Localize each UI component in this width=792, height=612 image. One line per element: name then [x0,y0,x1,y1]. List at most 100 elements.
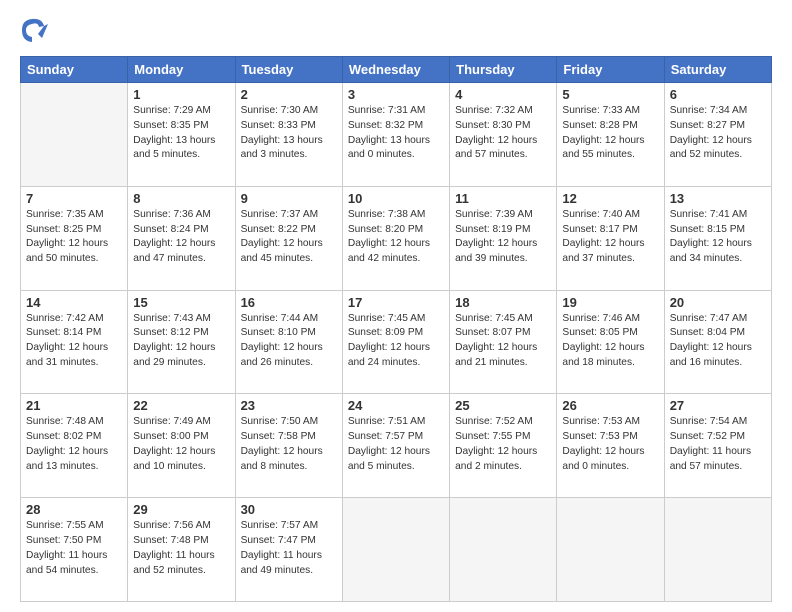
day-info: Sunrise: 7:55 AMSunset: 7:50 PMDaylight:… [26,519,122,578]
day-info: Sunrise: 7:30 AMSunset: 8:33 PMDaylight:… [241,104,337,163]
calendar-cell: 4 Sunrise: 7:32 AMSunset: 8:30 PMDaylight… [450,83,557,187]
day-number: 9 [241,191,337,206]
weekday-header-monday: Monday [128,57,235,83]
calendar-cell: 12Sunrise: 7:40 AMSunset: 8:17 PMDayligh… [557,186,664,290]
calendar-cell [664,498,771,602]
day-info: Sunrise: 7:48 AMSunset: 8:02 PMDaylight:… [26,415,122,474]
day-number: 30 [241,502,337,517]
weekday-header-row: SundayMondayTuesdayWednesdayThursdayFrid… [21,57,772,83]
day-number: 4 [455,87,551,102]
calendar-cell: 6 Sunrise: 7:34 AMSunset: 8:27 PMDaylight… [664,83,771,187]
day-info: Sunrise: 7:40 AMSunset: 8:17 PMDaylight:… [562,208,658,267]
day-number: 13 [670,191,766,206]
day-info: Sunrise: 7:36 AMSunset: 8:24 PMDaylight:… [133,208,229,267]
calendar-cell: 8 Sunrise: 7:36 AMSunset: 8:24 PMDaylight… [128,186,235,290]
weekday-header-wednesday: Wednesday [342,57,449,83]
calendar-cell: 14 Sunrise: 7:42 AMSunset: 8:14 PMDayligh… [21,290,128,394]
day-info: Sunrise: 7:45 AMSunset: 8:09 PMDaylight:… [348,312,444,371]
calendar-week-4: 28Sunrise: 7:55 AMSunset: 7:50 PMDayligh… [21,498,772,602]
calendar-week-0: 1 Sunrise: 7:29 AMSunset: 8:35 PMDaylight… [21,83,772,187]
calendar-cell: 15 Sunrise: 7:43 AMSunset: 8:12 PMDayligh… [128,290,235,394]
day-number: 19 [562,295,658,310]
day-number: 29 [133,502,229,517]
day-number: 18 [455,295,551,310]
day-number: 26 [562,398,658,413]
calendar-cell: 9 Sunrise: 7:37 AMSunset: 8:22 PMDaylight… [235,186,342,290]
logo-icon [20,16,48,44]
weekday-header-friday: Friday [557,57,664,83]
day-number: 1 [133,87,229,102]
day-info: Sunrise: 7:57 AMSunset: 7:47 PMDaylight:… [241,519,337,578]
page-header [20,18,772,46]
calendar-cell: 3Sunrise: 7:31 AMSunset: 8:32 PMDaylight… [342,83,449,187]
calendar: SundayMondayTuesdayWednesdayThursdayFrid… [20,56,772,602]
day-info: Sunrise: 7:52 AMSunset: 7:55 PMDaylight:… [455,415,551,474]
calendar-cell: 21 Sunrise: 7:48 AMSunset: 8:02 PMDayligh… [21,394,128,498]
calendar-cell [21,83,128,187]
day-info: Sunrise: 7:34 AMSunset: 8:27 PMDaylight:… [670,104,766,163]
day-info: Sunrise: 7:33 AMSunset: 8:28 PMDaylight:… [562,104,658,163]
calendar-cell: 11Sunrise: 7:39 AMSunset: 8:19 PMDayligh… [450,186,557,290]
calendar-cell: 24 Sunrise: 7:51 AMSunset: 7:57 PMDayligh… [342,394,449,498]
day-info: Sunrise: 7:37 AMSunset: 8:22 PMDaylight:… [241,208,337,267]
day-info: Sunrise: 7:44 AMSunset: 8:10 PMDaylight:… [241,312,337,371]
calendar-week-1: 7 Sunrise: 7:35 AMSunset: 8:25 PMDaylight… [21,186,772,290]
day-info: Sunrise: 7:45 AMSunset: 8:07 PMDaylight:… [455,312,551,371]
day-number: 6 [670,87,766,102]
weekday-header-saturday: Saturday [664,57,771,83]
day-number: 21 [26,398,122,413]
day-info: Sunrise: 7:47 AMSunset: 8:04 PMDaylight:… [670,312,766,371]
day-info: Sunrise: 7:53 AMSunset: 7:53 PMDaylight:… [562,415,658,474]
day-info: Sunrise: 7:46 AMSunset: 8:05 PMDaylight:… [562,312,658,371]
day-number: 7 [26,191,122,206]
calendar-cell: 19 Sunrise: 7:46 AMSunset: 8:05 PMDayligh… [557,290,664,394]
day-info: Sunrise: 7:42 AMSunset: 8:14 PMDaylight:… [26,312,122,371]
calendar-cell: 5 Sunrise: 7:33 AMSunset: 8:28 PMDaylight… [557,83,664,187]
calendar-week-2: 14 Sunrise: 7:42 AMSunset: 8:14 PMDayligh… [21,290,772,394]
day-info: Sunrise: 7:41 AMSunset: 8:15 PMDaylight:… [670,208,766,267]
day-info: Sunrise: 7:39 AMSunset: 8:19 PMDaylight:… [455,208,551,267]
calendar-cell: 26 Sunrise: 7:53 AMSunset: 7:53 PMDayligh… [557,394,664,498]
day-number: 22 [133,398,229,413]
day-info: Sunrise: 7:32 AMSunset: 8:30 PMDaylight:… [455,104,551,163]
calendar-cell: 25 Sunrise: 7:52 AMSunset: 7:55 PMDayligh… [450,394,557,498]
calendar-cell: 23Sunrise: 7:50 AMSunset: 7:58 PMDayligh… [235,394,342,498]
day-number: 27 [670,398,766,413]
calendar-cell: 16Sunrise: 7:44 AMSunset: 8:10 PMDayligh… [235,290,342,394]
calendar-cell: 18 Sunrise: 7:45 AMSunset: 8:07 PMDayligh… [450,290,557,394]
day-number: 20 [670,295,766,310]
day-number: 10 [348,191,444,206]
calendar-cell: 30 Sunrise: 7:57 AMSunset: 7:47 PMDayligh… [235,498,342,602]
day-info: Sunrise: 7:35 AMSunset: 8:25 PMDaylight:… [26,208,122,267]
calendar-cell: 10 Sunrise: 7:38 AMSunset: 8:20 PMDayligh… [342,186,449,290]
day-number: 25 [455,398,551,413]
weekday-header-tuesday: Tuesday [235,57,342,83]
calendar-cell: 20 Sunrise: 7:47 AMSunset: 8:04 PMDayligh… [664,290,771,394]
day-number: 5 [562,87,658,102]
day-info: Sunrise: 7:51 AMSunset: 7:57 PMDaylight:… [348,415,444,474]
calendar-cell: 29Sunrise: 7:56 AMSunset: 7:48 PMDayligh… [128,498,235,602]
day-info: Sunrise: 7:54 AMSunset: 7:52 PMDaylight:… [670,415,766,474]
calendar-cell [342,498,449,602]
calendar-cell: 13 Sunrise: 7:41 AMSunset: 8:15 PMDayligh… [664,186,771,290]
calendar-cell [557,498,664,602]
day-number: 8 [133,191,229,206]
day-info: Sunrise: 7:29 AMSunset: 8:35 PMDaylight:… [133,104,229,163]
day-info: Sunrise: 7:38 AMSunset: 8:20 PMDaylight:… [348,208,444,267]
day-number: 24 [348,398,444,413]
day-number: 15 [133,295,229,310]
day-number: 2 [241,87,337,102]
day-number: 17 [348,295,444,310]
calendar-cell [450,498,557,602]
day-number: 23 [241,398,337,413]
day-info: Sunrise: 7:49 AMSunset: 8:00 PMDaylight:… [133,415,229,474]
day-number: 14 [26,295,122,310]
weekday-header-sunday: Sunday [21,57,128,83]
calendar-cell: 22 Sunrise: 7:49 AMSunset: 8:00 PMDayligh… [128,394,235,498]
logo [20,18,52,46]
calendar-cell: 2 Sunrise: 7:30 AMSunset: 8:33 PMDaylight… [235,83,342,187]
calendar-cell: 1 Sunrise: 7:29 AMSunset: 8:35 PMDaylight… [128,83,235,187]
day-info: Sunrise: 7:43 AMSunset: 8:12 PMDaylight:… [133,312,229,371]
calendar-cell: 17 Sunrise: 7:45 AMSunset: 8:09 PMDayligh… [342,290,449,394]
calendar-cell: 28Sunrise: 7:55 AMSunset: 7:50 PMDayligh… [21,498,128,602]
